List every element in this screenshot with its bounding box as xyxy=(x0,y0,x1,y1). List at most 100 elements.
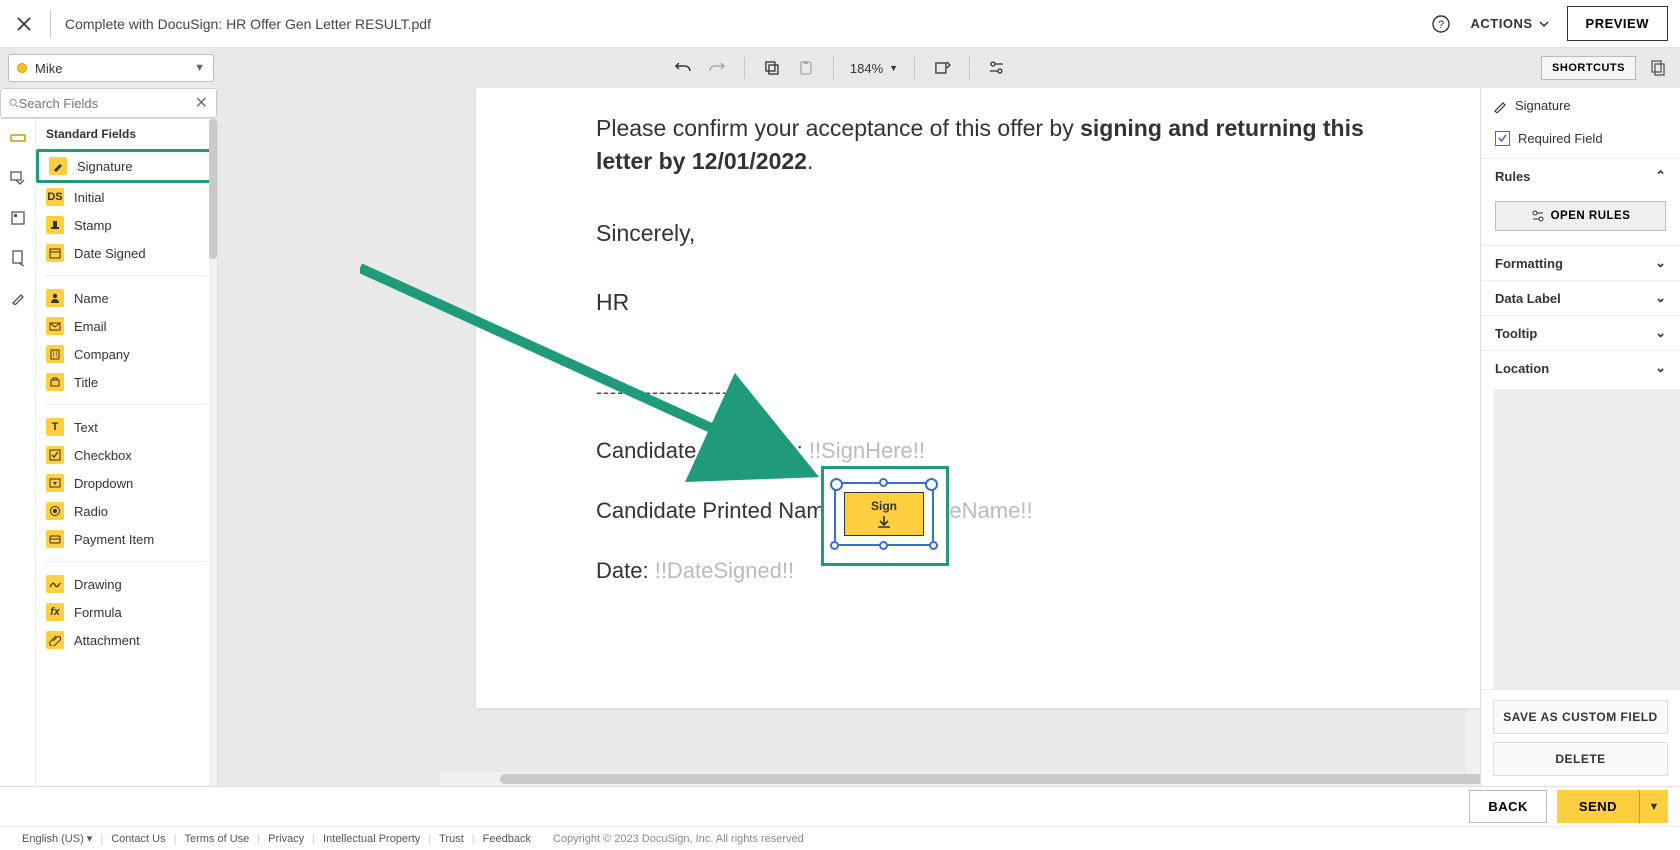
field-drawing[interactable]: Drawing xyxy=(36,570,217,598)
data-label-text: Data Label xyxy=(1495,291,1561,306)
document-canvas[interactable]: ▲▼ Please confirm your acceptance of thi… xyxy=(218,88,1480,786)
chevron-down-icon: ▼ xyxy=(194,62,205,74)
field-text[interactable]: TText xyxy=(36,413,217,441)
copyright-text: Copyright © 2023 DocuSign, Inc. All righ… xyxy=(553,833,804,845)
delete-field-button[interactable]: DELETE xyxy=(1493,742,1668,776)
send-split-button[interactable]: ▼ xyxy=(1640,790,1668,823)
attachment-icon xyxy=(46,631,64,649)
search-icon xyxy=(9,96,19,110)
footer-link-feedback[interactable]: Feedback xyxy=(483,833,531,845)
formula-icon: fx xyxy=(46,603,64,621)
selected-field-header: Signature xyxy=(1481,88,1680,123)
doc-fields-tab-icon[interactable] xyxy=(7,247,29,269)
field-signature[interactable]: Signature xyxy=(36,149,217,183)
search-input-field[interactable] xyxy=(19,96,195,111)
document-title: Complete with DocuSign: HR Offer Gen Let… xyxy=(65,16,1429,32)
divider xyxy=(50,10,51,38)
footer-link-terms[interactable]: Terms of Use xyxy=(184,833,249,845)
formatting-label: Formatting xyxy=(1495,256,1563,271)
sincerely-text: Sincerely, xyxy=(596,217,1376,250)
open-rules-button[interactable]: OPEN RULES xyxy=(1495,201,1666,231)
prefill-tab-icon[interactable] xyxy=(7,207,29,229)
field-initial[interactable]: DSInitial xyxy=(36,183,217,211)
stamp-icon xyxy=(46,216,64,234)
search-fields-input[interactable]: ✕ xyxy=(0,88,217,118)
footer-link-trust[interactable]: Trust xyxy=(439,833,464,845)
standard-fields-tab-icon[interactable] xyxy=(7,127,29,149)
field-email[interactable]: Email xyxy=(36,312,217,340)
svg-text:?: ? xyxy=(1437,19,1443,31)
edit-tab-icon[interactable] xyxy=(7,287,29,309)
actions-menu-button[interactable]: ACTIONS xyxy=(1471,16,1549,31)
field-payment[interactable]: Payment Item xyxy=(36,525,217,553)
main-area: ✕ Standard Fields Signature DSInitial St… xyxy=(0,88,1680,786)
rules-icon xyxy=(1531,209,1545,223)
rotate-icon[interactable] xyxy=(928,54,956,82)
clear-search-icon[interactable]: ✕ xyxy=(195,93,208,113)
toolbar: Mike ▼ 184% ▼ SHORTCUTS xyxy=(0,48,1680,88)
back-button[interactable]: BACK xyxy=(1469,790,1547,823)
send-button-group: SEND ▼ xyxy=(1557,790,1668,823)
required-field-row[interactable]: Required Field xyxy=(1481,123,1680,158)
placed-signature-field[interactable]: Sign xyxy=(834,482,934,546)
field-stamp[interactable]: Stamp xyxy=(36,211,217,239)
help-icon[interactable]: ? xyxy=(1429,12,1453,36)
field-checkbox[interactable]: Checkbox xyxy=(36,441,217,469)
document-page: Please confirm your acceptance of this o… xyxy=(476,88,1480,708)
language-selector[interactable]: English (US) ▾ xyxy=(22,832,92,845)
rules-section: Rules ⌃ OPEN RULES xyxy=(1481,158,1680,245)
save-custom-field-button[interactable]: SAVE AS CUSTOM FIELD xyxy=(1493,700,1668,734)
shortcuts-button[interactable]: SHORTCUTS xyxy=(1541,56,1636,80)
close-document-button[interactable] xyxy=(12,12,36,36)
data-label-header[interactable]: Data Label ⌄ xyxy=(1481,281,1680,315)
tooltip-header[interactable]: Tooltip⌄ xyxy=(1481,316,1680,350)
preview-button[interactable]: PREVIEW xyxy=(1567,6,1668,41)
copy-button[interactable] xyxy=(758,54,786,82)
field-company[interactable]: Company xyxy=(36,340,217,368)
footer-link-ip[interactable]: Intellectual Property xyxy=(323,833,420,845)
redo-button[interactable] xyxy=(703,54,731,82)
location-label: Location xyxy=(1495,361,1549,376)
text-icon: T xyxy=(46,418,64,436)
footer-link-privacy[interactable]: Privacy xyxy=(268,833,304,845)
zoom-dropdown[interactable]: 184% ▼ xyxy=(844,61,904,76)
field-dropdown[interactable]: Dropdown xyxy=(36,469,217,497)
field-label: Radio xyxy=(74,504,108,519)
field-name[interactable]: Name xyxy=(36,284,217,312)
required-checkbox[interactable] xyxy=(1495,131,1510,146)
settings-icon[interactable] xyxy=(983,54,1011,82)
field-label: Payment Item xyxy=(74,532,154,547)
panel-title: Signature xyxy=(1515,98,1571,113)
required-field-label: Required Field xyxy=(1518,131,1603,146)
separator xyxy=(744,57,745,79)
briefcase-icon xyxy=(46,373,64,391)
footer-link-contact[interactable]: Contact Us xyxy=(111,833,165,845)
rules-header[interactable]: Rules ⌃ xyxy=(1481,159,1680,193)
field-label: Dropdown xyxy=(74,476,133,491)
field-attachment[interactable]: Attachment xyxy=(36,626,217,654)
horizontal-scrollbar[interactable] xyxy=(440,772,1466,786)
panel-scroll-area xyxy=(1493,389,1680,689)
send-button[interactable]: SEND xyxy=(1557,790,1640,823)
calendar-icon xyxy=(46,244,64,262)
recipient-color-swatch xyxy=(17,63,27,73)
actions-label: ACTIONS xyxy=(1471,16,1533,31)
pages-panel-icon[interactable] xyxy=(1644,54,1672,82)
candidate-name-row: Candidate Printed Name: !!CandidateName!… xyxy=(596,495,1376,527)
undo-button[interactable] xyxy=(669,54,697,82)
field-date-signed[interactable]: Date Signed xyxy=(36,239,217,267)
chevron-down-icon: ⌄ xyxy=(1655,290,1666,306)
hr-text: HR xyxy=(596,286,1376,319)
paste-button[interactable] xyxy=(792,54,820,82)
recipient-dropdown[interactable]: Mike ▼ xyxy=(8,54,214,82)
sign-here-tag: Sign xyxy=(844,492,924,536)
field-formula[interactable]: fxFormula xyxy=(36,598,217,626)
custom-fields-tab-icon[interactable] xyxy=(7,167,29,189)
field-title[interactable]: Title xyxy=(36,368,217,396)
divider xyxy=(46,561,207,562)
field-radio[interactable]: Radio xyxy=(36,497,217,525)
divider xyxy=(46,275,207,276)
formatting-header[interactable]: Formatting⌄ xyxy=(1481,246,1680,280)
fields-scrollbar[interactable] xyxy=(209,119,217,786)
location-header[interactable]: Location⌄ xyxy=(1481,351,1680,385)
